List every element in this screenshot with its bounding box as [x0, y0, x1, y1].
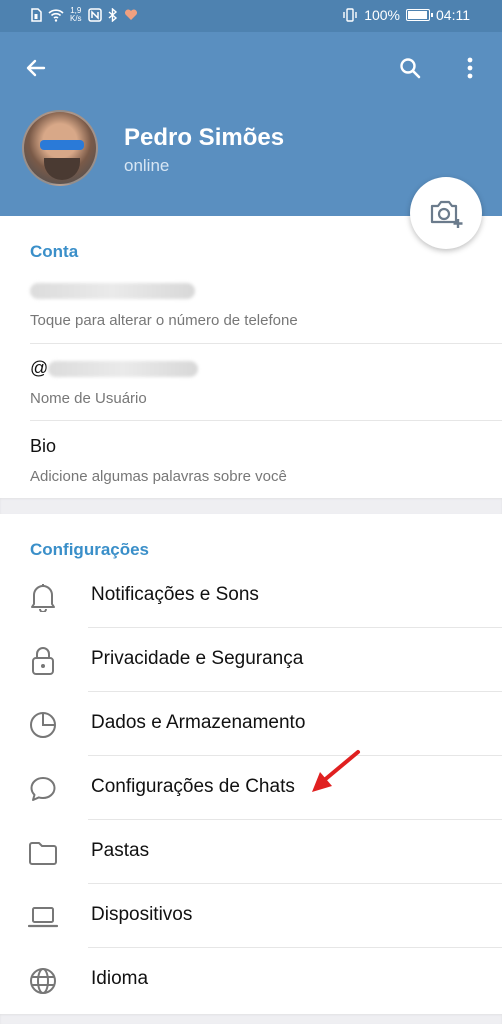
menu-label: Notificações e Sons: [91, 584, 259, 605]
menu-item-data-storage[interactable]: Dados e Armazenamento: [0, 692, 502, 756]
avatar-sunglasses: [40, 140, 84, 150]
avatar[interactable]: [22, 110, 98, 186]
divider: [30, 343, 502, 344]
divider: [30, 420, 502, 421]
menu-item-privacy[interactable]: Privacidade e Segurança: [0, 628, 502, 692]
menu-item-folders[interactable]: Pastas: [0, 820, 502, 884]
menu-label: Pastas: [91, 840, 150, 861]
username-row[interactable]: @ Nome de Usuário: [0, 346, 502, 420]
username-prefix: @: [30, 358, 49, 378]
annotation-arrow-icon: [312, 750, 360, 792]
menu-label: Privacidade e Segurança: [91, 648, 304, 669]
menu-item-devices[interactable]: Dispositivos: [0, 884, 502, 948]
username-hint: Nome de Usuário: [30, 390, 147, 407]
chat-bubble-icon: [28, 774, 58, 804]
battery-fill: [408, 11, 427, 19]
camera-add-icon: [430, 200, 463, 228]
status-left-icons: 1,9 K/s: [30, 7, 138, 23]
arrow-left-icon: [26, 59, 46, 77]
account-section-title: Conta: [30, 242, 79, 261]
set-photo-button[interactable]: [410, 177, 482, 249]
search-button[interactable]: [394, 52, 426, 84]
bell-icon: [28, 582, 58, 612]
phone-row[interactable]: Toque para alterar o número de telefone: [0, 272, 502, 344]
menu-item-language[interactable]: Idioma: [0, 948, 502, 1012]
menu-label: Dispositivos: [91, 904, 193, 925]
vibrate-icon: [343, 8, 357, 22]
network-speed: 1,9 K/s: [70, 7, 82, 23]
clock-icon: [28, 710, 58, 740]
section-separator: [0, 498, 502, 514]
account-section: Conta Toque para alterar o número de tel…: [0, 216, 502, 498]
search-icon: [400, 58, 421, 79]
menu-item-notifications[interactable]: Notificações e Sons: [0, 564, 502, 628]
menu-label: Configurações de Chats: [91, 776, 295, 797]
wifi-icon: [48, 9, 64, 22]
settings-section: Configurações Notificações e Sons Privac…: [0, 514, 502, 1014]
user-status: online: [124, 156, 170, 175]
laptop-icon: [28, 902, 58, 932]
settings-section-title: Configurações: [30, 540, 150, 559]
globe-icon: [28, 966, 58, 996]
user-name: Pedro Simões: [124, 124, 285, 151]
status-right-icons: 100% 04:11: [342, 7, 470, 23]
menu-item-chat-settings[interactable]: Configurações de Chats: [0, 756, 502, 820]
health-heart-icon: [124, 9, 137, 20]
more-options-button[interactable]: [454, 52, 486, 84]
bottom-separator: [0, 1014, 502, 1024]
bio-hint: Adicione algumas palavras sobre você: [30, 468, 287, 485]
nfc-icon: [87, 8, 102, 22]
folder-icon: [28, 838, 58, 868]
bluetooth-icon: [108, 8, 117, 22]
network-speed-unit: K/s: [70, 14, 82, 23]
avatar-beard: [44, 158, 80, 180]
menu-label: Idioma: [91, 968, 149, 989]
more-vertical-icon: [467, 57, 473, 79]
phone-hint: Toque para alterar o número de telefone: [30, 312, 298, 329]
clock: 04:11: [436, 7, 470, 23]
menu-label: Dados e Armazenamento: [91, 712, 306, 733]
battery-icon: [406, 9, 433, 21]
battery-percent: 100%: [364, 7, 400, 23]
sim-card-icon: [31, 8, 42, 22]
bio-label: Bio: [30, 436, 57, 456]
back-button[interactable]: [20, 52, 52, 84]
username-value: @: [30, 358, 199, 379]
phone-number-value: [30, 280, 195, 301]
status-bar: 1,9 K/s 100% 04:11: [0, 0, 502, 32]
bio-row[interactable]: Bio Adicione algumas palavras sobre você: [0, 422, 502, 496]
lock-icon: [28, 646, 58, 676]
